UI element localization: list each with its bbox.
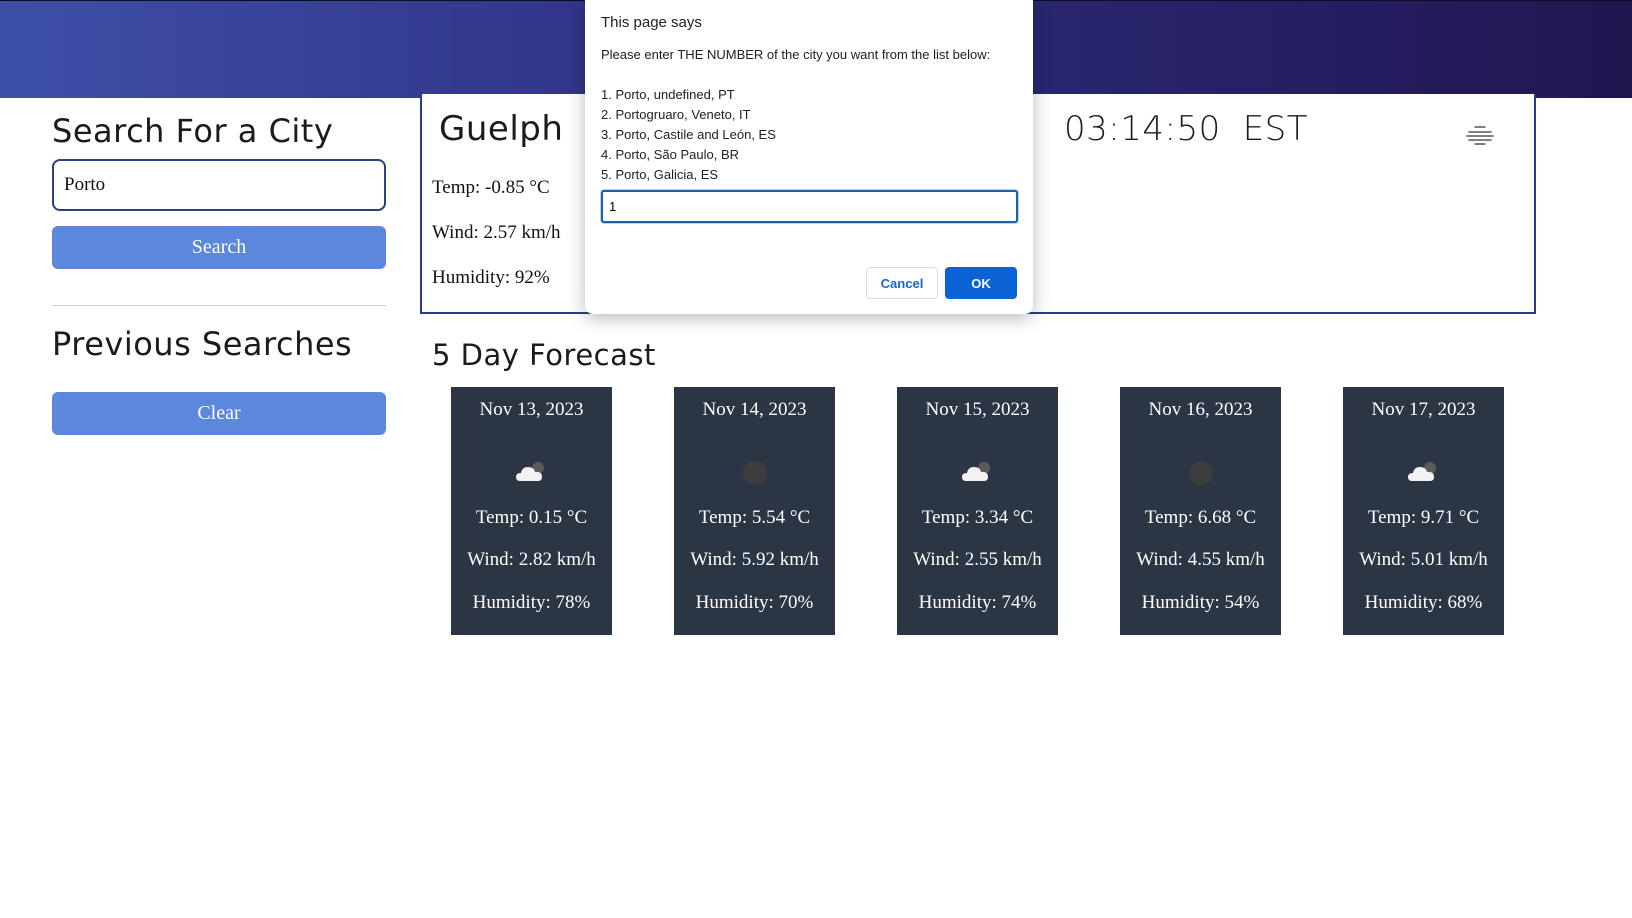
- forecast-card: Nov 16, 2023 Temp: 6.68 °C Wind: 4.55 km…: [1120, 387, 1281, 635]
- forecast-temp: Temp: 3.34 °C: [921, 507, 1034, 528]
- cloud-icon: [1407, 462, 1436, 481]
- forecast-wind: Wind: 5.92 km/h: [690, 549, 819, 570]
- forecast-wind: Wind: 2.82 km/h: [467, 549, 596, 570]
- forecast-date: Nov 14, 2023: [702, 399, 807, 420]
- cloud-icon: [515, 462, 544, 481]
- forecast-temp: Temp: 0.15 °C: [475, 507, 588, 528]
- forecast-humidity: Humidity: 74%: [918, 592, 1037, 613]
- current-clock: 03:14:50 EST: [1064, 109, 1330, 149]
- forecast-date: Nov 16, 2023: [1148, 399, 1253, 420]
- city-option: 5. Porto, Galicia, ES: [601, 167, 719, 182]
- forecast-date: Nov 15, 2023: [925, 399, 1030, 420]
- forecast-humidity: Humidity: 78%: [472, 592, 591, 613]
- forecast-humidity: Humidity: 68%: [1364, 592, 1483, 613]
- city-option: 3. Porto, Castile and León, ES: [601, 127, 776, 142]
- forecast-wind: Wind: 4.55 km/h: [1136, 549, 1265, 570]
- city-search-input[interactable]: [52, 159, 386, 211]
- search-heading: Search For a City: [52, 112, 334, 150]
- prompt-dialog: This page says Please enter THE NUMBER o…: [585, 0, 1033, 314]
- forecast-date: Nov 17, 2023: [1371, 399, 1476, 420]
- forecast-card: Nov 15, 2023 Temp: 3.34 °C Wind: 2.55 km…: [897, 387, 1058, 635]
- current-wind: Wind: 2.57 km/h: [432, 222, 561, 243]
- forecast-temp: Temp: 9.71 °C: [1367, 507, 1480, 528]
- haze-icon: [1466, 126, 1494, 145]
- dialog-message: Please enter THE NUMBER of the city you …: [601, 45, 990, 185]
- clear-button[interactable]: Clear: [52, 392, 386, 435]
- current-humidity: Humidity: 92%: [432, 267, 550, 288]
- forecast-wind: Wind: 2.55 km/h: [913, 549, 1042, 570]
- search-button[interactable]: Search: [52, 226, 386, 269]
- dialog-cancel-button[interactable]: Cancel: [866, 267, 938, 299]
- forecast-date: Nov 13, 2023: [479, 399, 584, 420]
- forecast-wind: Wind: 5.01 km/h: [1359, 549, 1488, 570]
- moon-icon: [742, 461, 767, 485]
- sidebar-divider: [52, 305, 386, 306]
- clock-time: 03:14:50: [1064, 109, 1221, 149]
- cloud-icon: [961, 462, 990, 481]
- dialog-number-input[interactable]: [601, 190, 1018, 223]
- current-temp: Temp: -0.85 °C: [432, 177, 550, 198]
- city-option: 4. Porto, São Paulo, BR: [601, 147, 740, 162]
- dialog-ok-button[interactable]: OK: [945, 267, 1017, 299]
- forecast-temp: Temp: 5.54 °C: [698, 507, 811, 528]
- forecast-card: Nov 14, 2023 Temp: 5.54 °C Wind: 5.92 km…: [674, 387, 835, 635]
- dialog-instruction: Please enter THE NUMBER of the city you …: [601, 47, 991, 62]
- forecast-humidity: Humidity: 70%: [695, 592, 814, 613]
- forecast-humidity: Humidity: 54%: [1141, 592, 1260, 613]
- clock-timezone: EST: [1242, 109, 1309, 149]
- moon-icon: [1188, 461, 1213, 485]
- forecast-card: Nov 17, 2023 Temp: 9.71 °C Wind: 5.01 km…: [1343, 387, 1504, 635]
- forecast-heading: 5 Day Forecast: [432, 338, 656, 372]
- city-option: 2. Portogruaro, Veneto, IT: [601, 107, 751, 122]
- previous-searches-heading: Previous Searches: [52, 325, 353, 363]
- forecast-temp: Temp: 6.68 °C: [1144, 507, 1257, 528]
- forecast-card: Nov 13, 2023 Temp: 0.15 °C Wind: 2.82 km…: [451, 387, 612, 635]
- current-city-name: Guelph: [439, 109, 564, 149]
- dialog-title: This page says: [601, 14, 702, 31]
- city-option: 1. Porto, undefined, PT: [601, 87, 735, 102]
